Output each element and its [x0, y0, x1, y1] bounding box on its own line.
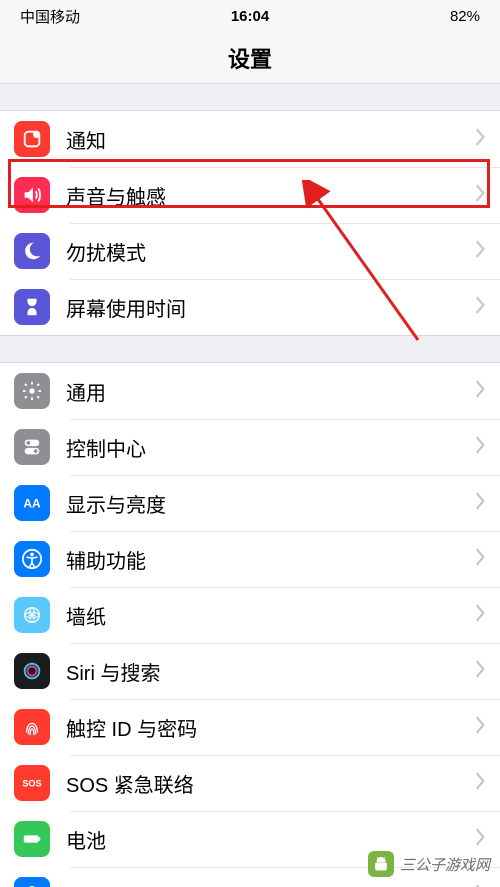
chevron-right-icon [474, 604, 486, 627]
row-screentime[interactable]: 屏幕使用时间 [0, 279, 500, 335]
chevron-right-icon [474, 240, 486, 263]
row-touchid[interactable]: 触控 ID 与密码 [0, 699, 500, 755]
sounds-icon [14, 177, 50, 213]
row-label: 辅助功能 [66, 545, 474, 574]
chevron-right-icon [474, 184, 486, 207]
chevron-right-icon [474, 884, 486, 887]
status-bar: 中国移动 16:04 82% [0, 0, 500, 32]
siri-icon [14, 653, 50, 689]
chevron-right-icon [474, 492, 486, 515]
row-siri[interactable]: Siri 与搜索 [0, 643, 500, 699]
chevron-right-icon [474, 436, 486, 459]
chevron-right-icon [474, 128, 486, 151]
row-label: 墙纸 [66, 601, 474, 630]
row-controlcenter[interactable]: 控制中心 [0, 419, 500, 475]
notifications-icon [14, 121, 50, 157]
privacy-icon [14, 877, 50, 887]
row-notifications[interactable]: 通知 [0, 111, 500, 167]
page-title: 设置 [228, 42, 272, 74]
row-label: 电池 [66, 825, 474, 854]
watermark-android-icon [368, 851, 394, 877]
chevron-right-icon [474, 716, 486, 739]
settings-group-1: 通知 声音与触感 勿扰模式 屏幕使用时间 [0, 110, 500, 336]
row-label: 屏幕使用时间 [66, 293, 474, 322]
accessibility-icon [14, 541, 50, 577]
row-label: 隐私 [66, 881, 474, 887]
row-wallpaper[interactable]: 墙纸 [0, 587, 500, 643]
row-accessibility[interactable]: 辅助功能 [0, 531, 500, 587]
screentime-icon [14, 289, 50, 325]
row-label: 触控 ID 与密码 [66, 713, 474, 742]
row-label: 通用 [66, 377, 474, 406]
row-general[interactable]: 通用 [0, 363, 500, 419]
general-icon [14, 373, 50, 409]
watermark: 三公子游戏网 [368, 851, 490, 877]
row-sounds[interactable]: 声音与触感 [0, 167, 500, 223]
display-icon: AA [14, 485, 50, 521]
settings-group-2: 通用 控制中心 AA 显示与亮度 辅助功能 墙纸 Siri 与搜索 [0, 362, 500, 887]
svg-text:SOS: SOS [22, 779, 41, 789]
row-label: Siri 与搜索 [66, 657, 474, 686]
row-label: 勿扰模式 [66, 237, 474, 266]
touchid-icon [14, 709, 50, 745]
row-label: 通知 [66, 125, 474, 154]
row-label: 声音与触感 [66, 181, 474, 210]
dnd-icon [14, 233, 50, 269]
chevron-right-icon [474, 380, 486, 403]
row-sos[interactable]: SOS SOS 紧急联络 [0, 755, 500, 811]
row-dnd[interactable]: 勿扰模式 [0, 223, 500, 279]
chevron-right-icon [474, 660, 486, 683]
chevron-right-icon [474, 296, 486, 319]
svg-text:AA: AA [23, 497, 41, 511]
wallpaper-icon [14, 597, 50, 633]
page-title-bar: 设置 [0, 32, 500, 84]
row-label: SOS 紧急联络 [66, 769, 474, 798]
chevron-right-icon [474, 772, 486, 795]
watermark-text: 三公子游戏网 [400, 854, 490, 875]
row-label: 控制中心 [66, 433, 474, 462]
clock-label: 16:04 [231, 8, 269, 25]
sos-icon: SOS [14, 765, 50, 801]
chevron-right-icon [474, 548, 486, 571]
battery-settings-icon [14, 821, 50, 857]
row-display[interactable]: AA 显示与亮度 [0, 475, 500, 531]
row-label: 显示与亮度 [66, 489, 474, 518]
controlcenter-icon [14, 429, 50, 465]
chevron-right-icon [474, 828, 486, 851]
